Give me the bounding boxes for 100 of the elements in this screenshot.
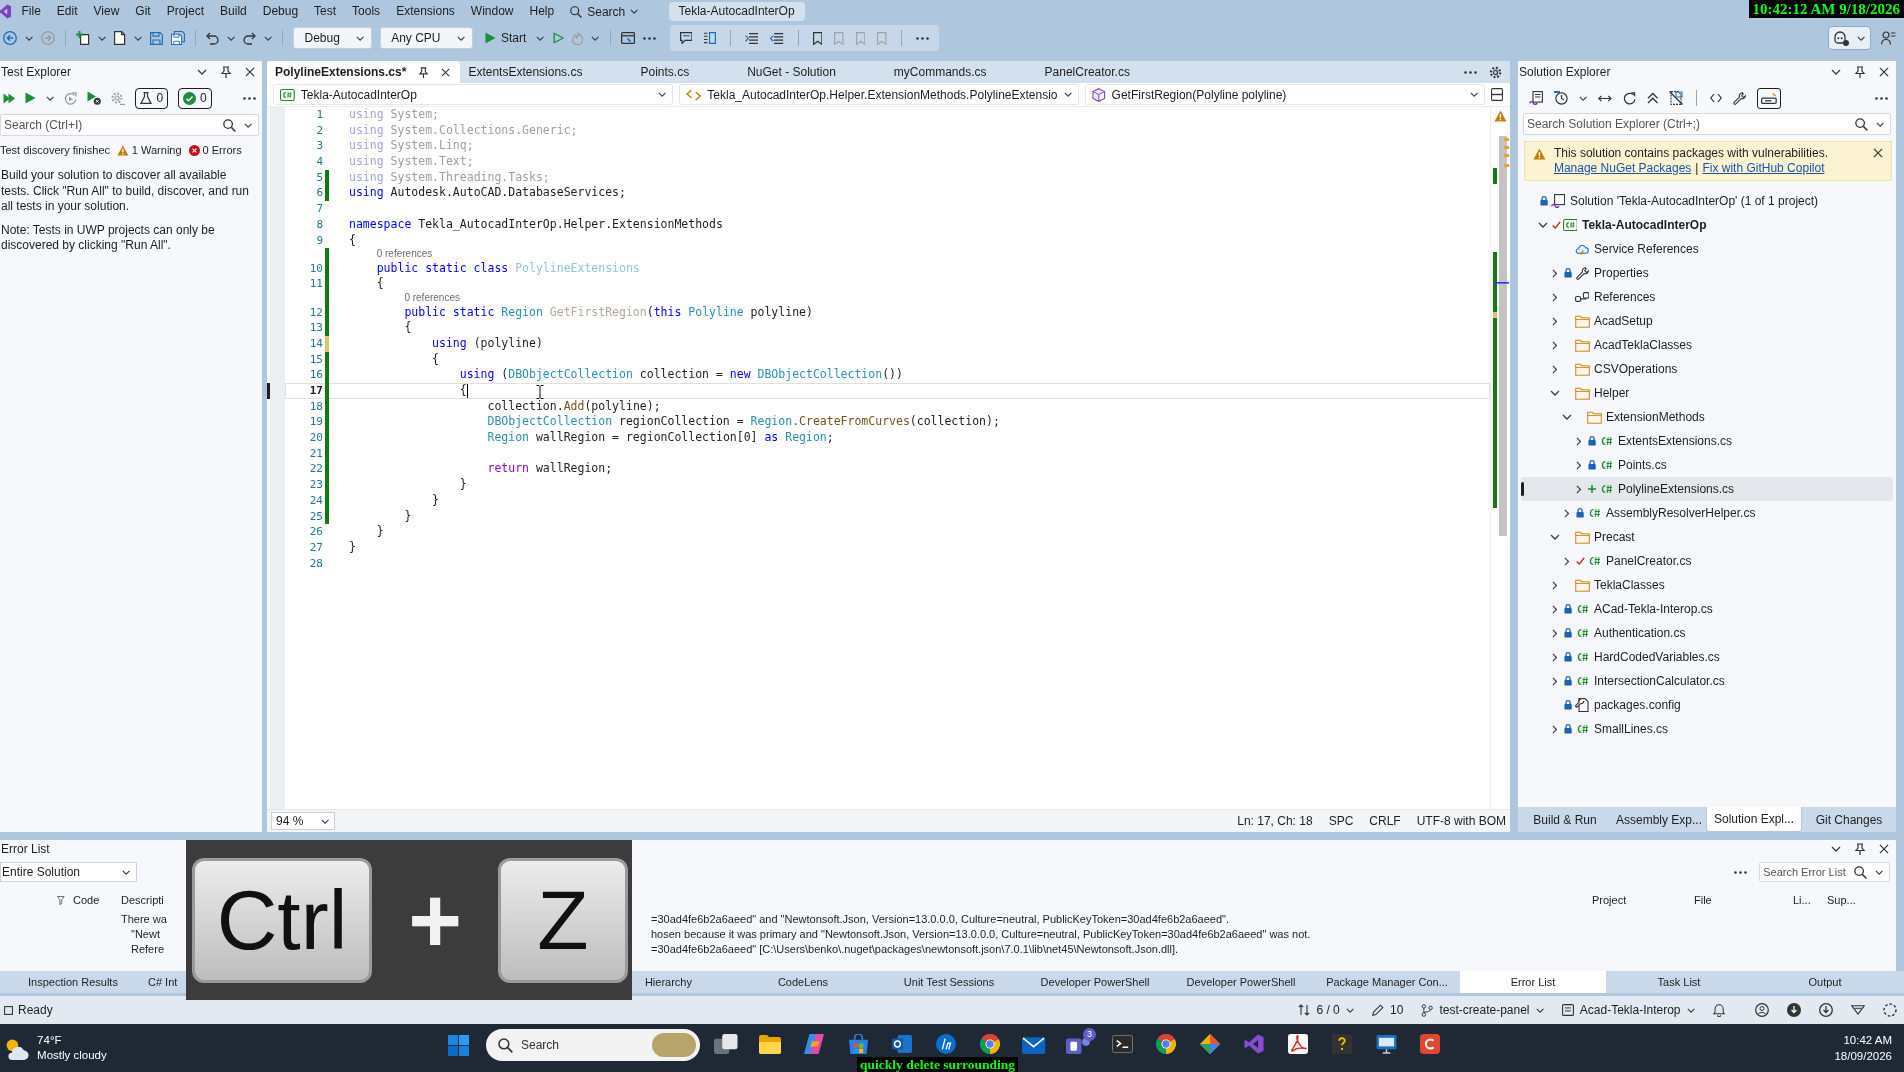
- more-icon[interactable]: [915, 36, 929, 40]
- member-dropdown[interactable]: GetFirstRegion(Polyline polyline): [1085, 84, 1485, 105]
- caret-icon[interactable]: [97, 35, 107, 41]
- redo-icon[interactable]: [243, 31, 257, 45]
- tool-tab[interactable]: Output: [1752, 971, 1898, 993]
- menu-item[interactable]: Test: [306, 2, 345, 21]
- indent-mode[interactable]: SPC: [1328, 814, 1354, 828]
- pin-icon[interactable]: [1854, 843, 1866, 855]
- link[interactable]: Fix with GitHub Copilot: [1702, 161, 1825, 176]
- caret-icon[interactable]: [1579, 95, 1588, 101]
- more-icon[interactable]: [243, 96, 256, 100]
- folder-icon[interactable]: [759, 1034, 781, 1054]
- comment-icon[interactable]: [679, 32, 693, 44]
- repository-button[interactable]: Acad-Tekla-Interop: [1561, 1003, 1695, 1017]
- close-icon[interactable]: [1879, 67, 1889, 77]
- chevron-right-icon[interactable]: [1564, 508, 1570, 518]
- chevron-down-icon[interactable]: [1562, 414, 1572, 420]
- tree-item[interactable]: Service References: [1521, 237, 1893, 261]
- more-icon[interactable]: [1464, 70, 1477, 74]
- dropdown-button[interactable]: [1827, 26, 1871, 50]
- tool-tab[interactable]: CodeLens: [730, 971, 876, 993]
- codelens-hint[interactable]: 0 references: [404, 292, 460, 305]
- color-wheel-icon[interactable]: [1156, 1034, 1176, 1054]
- tool-tab[interactable]: Inspection Results: [0, 971, 146, 993]
- swirl-icon[interactable]: [804, 1034, 824, 1054]
- tree-item[interactable]: AssemblyResolverHelper.cs: [1521, 501, 1893, 525]
- caret-icon[interactable]: [591, 35, 600, 41]
- tree-item[interactable]: Solution 'Tekla-AutocadInterOp' (1 of 1 project): [1521, 189, 1893, 213]
- chevron-right-icon[interactable]: [1552, 364, 1558, 374]
- caret-icon[interactable]: [197, 69, 207, 75]
- search-field[interactable]: Search: [486, 1029, 700, 1061]
- play-stop-icon[interactable]: [87, 91, 102, 105]
- clock-date[interactable]: 18/09/2026: [1834, 1048, 1892, 1064]
- menu-item[interactable]: Help: [521, 2, 563, 21]
- error-count[interactable]: 0 Errors: [202, 144, 242, 156]
- panel-tab[interactable]: Solution Expl...: [1706, 807, 1802, 832]
- tool-tab[interactable]: Package Manager Con...: [1314, 971, 1460, 993]
- menu-item[interactable]: Edit: [48, 2, 86, 21]
- filter-icon[interactable]: [57, 895, 65, 905]
- chevron-right-icon[interactable]: [1576, 436, 1582, 446]
- weather-text[interactable]: Mostly cloudy: [37, 1048, 107, 1063]
- close-icon[interactable]: [441, 67, 451, 77]
- caret-icon[interactable]: [133, 35, 142, 41]
- chevron-right-icon[interactable]: [1552, 628, 1558, 638]
- tree-item[interactable]: HardCodedVariables.cs: [1521, 645, 1893, 669]
- branch-button[interactable]: test-create-panel: [1421, 1003, 1544, 1017]
- outdent-icon[interactable]: [770, 32, 784, 44]
- funnel-icon[interactable]: [1851, 1005, 1865, 1015]
- tool-tab[interactable]: Developer PowerShell: [1168, 971, 1314, 993]
- toggle-button[interactable]: [1757, 87, 1782, 109]
- gear-icon[interactable]: [111, 91, 126, 105]
- run-all-icon[interactable]: [3, 92, 15, 104]
- tool-tab[interactable]: Hierarchy: [642, 971, 730, 993]
- column-header[interactable]: Descripti: [121, 894, 164, 906]
- chevron-right-icon[interactable]: [1576, 484, 1582, 494]
- panel-tab[interactable]: Assembly Exp...: [1612, 807, 1706, 832]
- menu-item[interactable]: Window: [462, 2, 522, 21]
- close-icon[interactable]: [1879, 844, 1889, 854]
- envelope-icon[interactable]: [1022, 1034, 1046, 1054]
- bell-icon[interactable]: [1712, 1003, 1725, 1017]
- document-icon[interactable]: [114, 31, 126, 45]
- menu-item[interactable]: Debug: [254, 2, 307, 21]
- shopping-bag-icon[interactable]: [847, 1034, 869, 1054]
- warning-icon[interactable]: [1494, 110, 1507, 122]
- split-view-icon[interactable]: [1491, 88, 1503, 101]
- tree-item[interactable]: Tekla-AutocadInterOp: [1521, 213, 1893, 237]
- tool-tab[interactable]: Error List: [1460, 971, 1606, 993]
- save-icon[interactable]: [149, 31, 163, 45]
- tree-item[interactable]: Precast: [1521, 525, 1893, 549]
- app-icon[interactable]: [1420, 1034, 1440, 1054]
- bookmark-icon[interactable]: [812, 31, 823, 45]
- scroll-overview-drawing[interactable]: [1492, 136, 1509, 536]
- column-header[interactable]: Li...: [1793, 894, 1811, 906]
- clock-time[interactable]: 10:42 AM: [1843, 1032, 1892, 1048]
- chevron-right-icon[interactable]: [1552, 580, 1558, 590]
- four-squares-icon[interactable]: [447, 1034, 469, 1056]
- envelope-icon[interactable]: [892, 1034, 912, 1054]
- settings-icon[interactable]: [1489, 65, 1502, 79]
- chevron-right-icon[interactable]: [1552, 604, 1558, 614]
- download-icon[interactable]: [1819, 1003, 1833, 1017]
- changes-button[interactable]: 10: [1372, 1003, 1404, 1017]
- dashed-circle-icon[interactable]: [1883, 1003, 1897, 1017]
- pin-icon[interactable]: [220, 66, 232, 78]
- ribbon-logo-icon[interactable]: [1244, 1034, 1264, 1054]
- column-header[interactable]: Code: [73, 894, 100, 906]
- undo-icon[interactable]: [205, 31, 219, 45]
- tree-item[interactable]: AcadTeklaClasses: [1521, 333, 1893, 357]
- tree-item[interactable]: Points.cs: [1521, 453, 1893, 477]
- column-header[interactable]: File: [1694, 894, 1712, 906]
- chevron-right-icon[interactable]: [1552, 676, 1558, 686]
- tree-item[interactable]: AcadSetup: [1521, 309, 1893, 333]
- search-button[interactable]: Search: [562, 2, 647, 21]
- chevron-right-icon[interactable]: [1576, 460, 1582, 470]
- chevron-right-icon[interactable]: [1564, 556, 1570, 566]
- more-icon[interactable]: [1734, 870, 1748, 874]
- tool-tab[interactable]: Task List: [1606, 971, 1752, 993]
- play-icon[interactable]: [25, 92, 37, 104]
- tree-item[interactable]: CSVOperations: [1521, 357, 1893, 381]
- pin-icon[interactable]: [418, 66, 430, 78]
- caret-icon[interactable]: [536, 35, 545, 41]
